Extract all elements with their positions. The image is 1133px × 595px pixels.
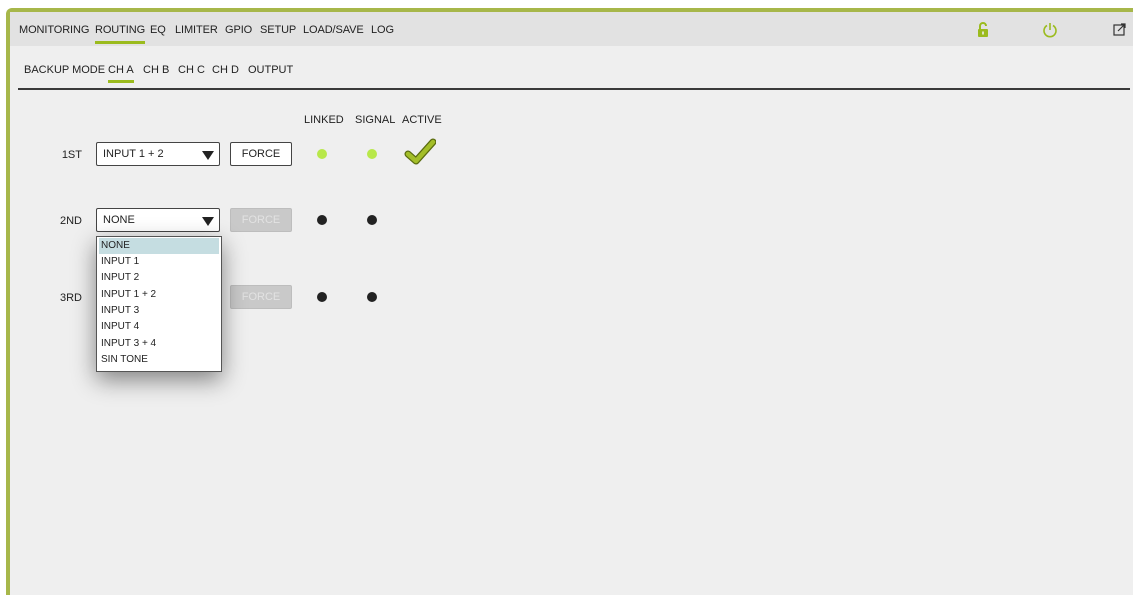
linked-indicator-1st [317, 149, 327, 159]
nav-limiter[interactable]: LIMITER [175, 24, 218, 36]
row-label-2nd: 2ND [59, 215, 82, 227]
subnav-output[interactable]: OUTPUT [248, 64, 293, 76]
source-select-value: INPUT 1 + 2 [103, 148, 164, 160]
linked-indicator-2nd [317, 215, 327, 225]
row-label-3rd: 3RD [59, 292, 82, 304]
linked-indicator-3rd [317, 292, 327, 302]
dropdown-option-input-1-2[interactable]: INPUT 1 + 2 [99, 287, 219, 303]
force-button-1st[interactable]: FORCE [230, 142, 292, 166]
row-label-1st: 1ST [61, 149, 82, 161]
dropdown-option-sin-tone[interactable]: SIN TONE [99, 352, 219, 368]
signal-indicator-2nd [367, 215, 377, 225]
subnav-ch-b[interactable]: CH B [143, 64, 169, 76]
dropdown-arrow-icon [202, 151, 214, 160]
dropdown-option-input-3-4[interactable]: INPUT 3 + 4 [99, 336, 219, 352]
source-dropdown-list: NONE INPUT 1 INPUT 2 INPUT 1 + 2 INPUT 3… [96, 236, 222, 372]
force-button-2nd[interactable]: FORCE [230, 208, 292, 232]
signal-indicator-3rd [367, 292, 377, 302]
nav-log[interactable]: LOG [371, 24, 394, 36]
section-divider [18, 88, 1130, 90]
unlocked-padlock-icon[interactable] [977, 22, 989, 38]
subnav-ch-d[interactable]: CH D [212, 64, 239, 76]
nav-setup[interactable]: SETUP [260, 24, 296, 36]
dropdown-option-input-4[interactable]: INPUT 4 [99, 319, 219, 335]
nav-monitoring[interactable]: MONITORING [19, 24, 89, 36]
dropdown-option-input-2[interactable]: INPUT 2 [99, 270, 219, 286]
active-checkmark-icon [404, 138, 436, 165]
column-linked: LINKED [304, 114, 344, 126]
dropdown-option-input-3[interactable]: INPUT 3 [99, 303, 219, 319]
source-select-value: NONE [103, 214, 135, 226]
source-select-1st[interactable]: INPUT 1 + 2 [96, 142, 220, 166]
subnav-ch-c[interactable]: CH C [178, 64, 205, 76]
column-active: ACTIVE [402, 114, 442, 126]
nav-routing[interactable]: ROUTING [95, 24, 145, 44]
source-select-2nd[interactable]: NONE [96, 208, 220, 232]
subnav-backup-mode[interactable]: BACKUP MODE [24, 64, 105, 76]
power-icon[interactable] [1042, 22, 1058, 38]
nav-gpio[interactable]: GPIO [225, 24, 252, 36]
dropdown-arrow-icon [202, 217, 214, 226]
signal-indicator-1st [367, 149, 377, 159]
nav-eq[interactable]: EQ [150, 24, 166, 36]
nav-load-save[interactable]: LOAD/SAVE [303, 24, 364, 36]
dropdown-option-none[interactable]: NONE [99, 238, 219, 254]
dropdown-option-input-1[interactable]: INPUT 1 [99, 254, 219, 270]
column-signal: SIGNAL [355, 114, 396, 126]
force-button-3rd[interactable]: FORCE [230, 285, 292, 309]
expand-window-icon[interactable] [1113, 23, 1126, 36]
subnav-ch-a[interactable]: CH A [108, 64, 134, 83]
